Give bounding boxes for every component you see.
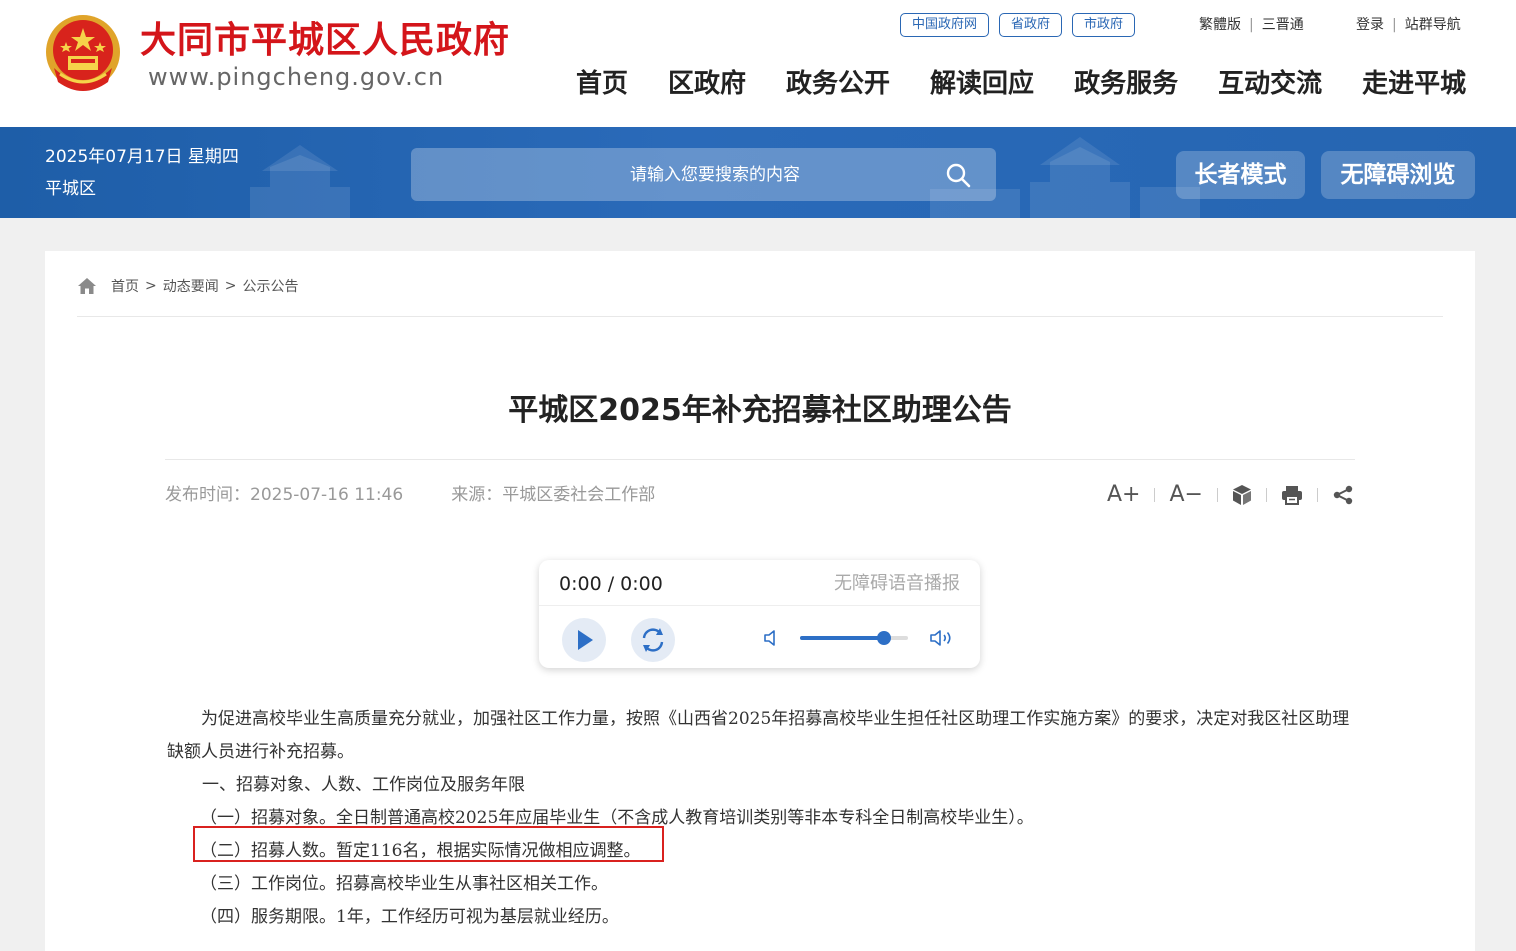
region-label: 平城区: [45, 179, 96, 199]
site-title[interactable]: 大同市平城区人民政府: [140, 18, 510, 62]
audio-player: 0:00 / 0:00 无障碍语音播报: [539, 560, 980, 668]
elder-mode-button[interactable]: 长者模式: [1176, 151, 1305, 199]
audio-time: 0:00 / 0:00: [559, 573, 663, 595]
separator: [1316, 488, 1318, 502]
play-icon: [578, 630, 593, 650]
font-increase-button[interactable]: A+: [1107, 481, 1140, 509]
sanjintong-link[interactable]: 三晋通: [1262, 17, 1304, 33]
print-icon[interactable]: [1281, 485, 1303, 505]
site-url: www.pingcheng.gov.cn: [148, 63, 445, 91]
accessible-browse-button[interactable]: 无障碍浏览: [1321, 151, 1475, 199]
separator: [1154, 488, 1156, 502]
gov-links: 中国政府网 省政府 市政府: [900, 13, 1136, 37]
cube-icon[interactable]: [1232, 484, 1252, 506]
volume-slider-knob[interactable]: [877, 631, 892, 645]
article-meta: 发布时间：2025-07-16 11:46 来源：平城区委社会工作部: [165, 483, 655, 507]
font-decrease-button[interactable]: A−: [1169, 481, 1202, 509]
nav-gov-affairs[interactable]: 政务公开: [786, 64, 890, 104]
breadcrumb-news[interactable]: 动态要闻: [163, 276, 219, 296]
link-city-gov[interactable]: 市政府: [1072, 13, 1136, 37]
traditional-chinese-link[interactable]: 繁體版: [1199, 17, 1241, 33]
breadcrumb: 首页 > 动态要闻 > 公示公告: [77, 275, 298, 297]
search-icon[interactable]: [945, 162, 971, 188]
paragraph: （三）工作岗位。招募高校毕业生从事社区相关工作。: [200, 874, 608, 894]
audio-title: 无障碍语音播报: [834, 573, 960, 594]
article-body: 为促进高校毕业生高质量充分就业，加强社区工作力量，按照《山西省2025年招募高校…: [167, 703, 1357, 934]
volume-low-icon[interactable]: [762, 628, 780, 648]
main-nav: 首页 区政府 政务公开 解读回应 政务服务 互动交流 走进平城: [576, 64, 1466, 104]
breadcrumb-home[interactable]: 首页: [111, 276, 139, 296]
separator: |: [1249, 17, 1254, 33]
article-source: 来源：平城区委社会工作部: [451, 485, 656, 505]
article-card: 首页 > 动态要闻 > 公示公告 平城区2025年补充招募社区助理公告 发布时间…: [45, 251, 1475, 951]
highlight-box: [193, 826, 664, 862]
volume-high-icon[interactable]: [928, 628, 956, 648]
separator: [1265, 488, 1267, 502]
volume-slider[interactable]: [800, 631, 908, 645]
national-emblem-icon[interactable]: [44, 12, 122, 94]
play-button[interactable]: [562, 618, 606, 662]
divider: [539, 605, 980, 606]
nav-home[interactable]: 首页: [576, 64, 628, 104]
search-box: [411, 148, 996, 201]
nav-interpretation[interactable]: 解读回应: [930, 64, 1034, 104]
home-icon[interactable]: [77, 277, 97, 295]
nav-interaction[interactable]: 互动交流: [1218, 64, 1322, 104]
separator: [1216, 488, 1218, 502]
search-input[interactable]: [411, 148, 931, 201]
paragraph: 为促进高校毕业生高质量充分就业，加强社区工作力量，按照《山西省2025年招募高校…: [167, 709, 1350, 762]
breadcrumb-separator: >: [224, 278, 237, 294]
publish-time: 发布时间：2025-07-16 11:46: [165, 485, 404, 505]
divider: [77, 316, 1443, 317]
paragraph: （四）服务期限。1年，工作经历可视为基层就业经历。: [200, 907, 619, 927]
section-heading: 一、招募对象、人数、工作岗位及服务年限: [202, 775, 525, 795]
separator: |: [1392, 17, 1397, 33]
util-links: 繁體版 | 三晋通: [1199, 14, 1304, 36]
nav-gov-services[interactable]: 政务服务: [1074, 64, 1178, 104]
banner: 2025年07月17日 星期四 平城区 长者模式 无障碍浏览: [0, 127, 1516, 218]
link-china-gov[interactable]: 中国政府网: [900, 13, 990, 37]
breadcrumb-notices[interactable]: 公示公告: [242, 276, 298, 296]
login-link[interactable]: 登录: [1356, 17, 1384, 33]
nav-district-gov[interactable]: 区政府: [668, 64, 746, 104]
article-tools: A+ A−: [1107, 481, 1354, 509]
loop-button[interactable]: [631, 618, 675, 662]
link-province-gov[interactable]: 省政府: [999, 13, 1063, 37]
site-header: 大同市平城区人民政府 www.pingcheng.gov.cn 中国政府网 省政…: [0, 0, 1516, 127]
loop-icon: [642, 628, 664, 652]
divider: [165, 459, 1355, 460]
breadcrumb-separator: >: [145, 278, 157, 294]
site-nav-link[interactable]: 站群导航: [1405, 17, 1461, 33]
current-date: 2025年07月17日 星期四: [45, 147, 239, 167]
account-links: 登录 | 站群导航: [1356, 14, 1461, 36]
share-icon[interactable]: [1332, 485, 1354, 505]
nav-about-pingcheng[interactable]: 走进平城: [1362, 64, 1466, 104]
article-title: 平城区2025年补充招募社区助理公告: [508, 393, 1012, 429]
volume-slider-fill: [800, 636, 885, 640]
